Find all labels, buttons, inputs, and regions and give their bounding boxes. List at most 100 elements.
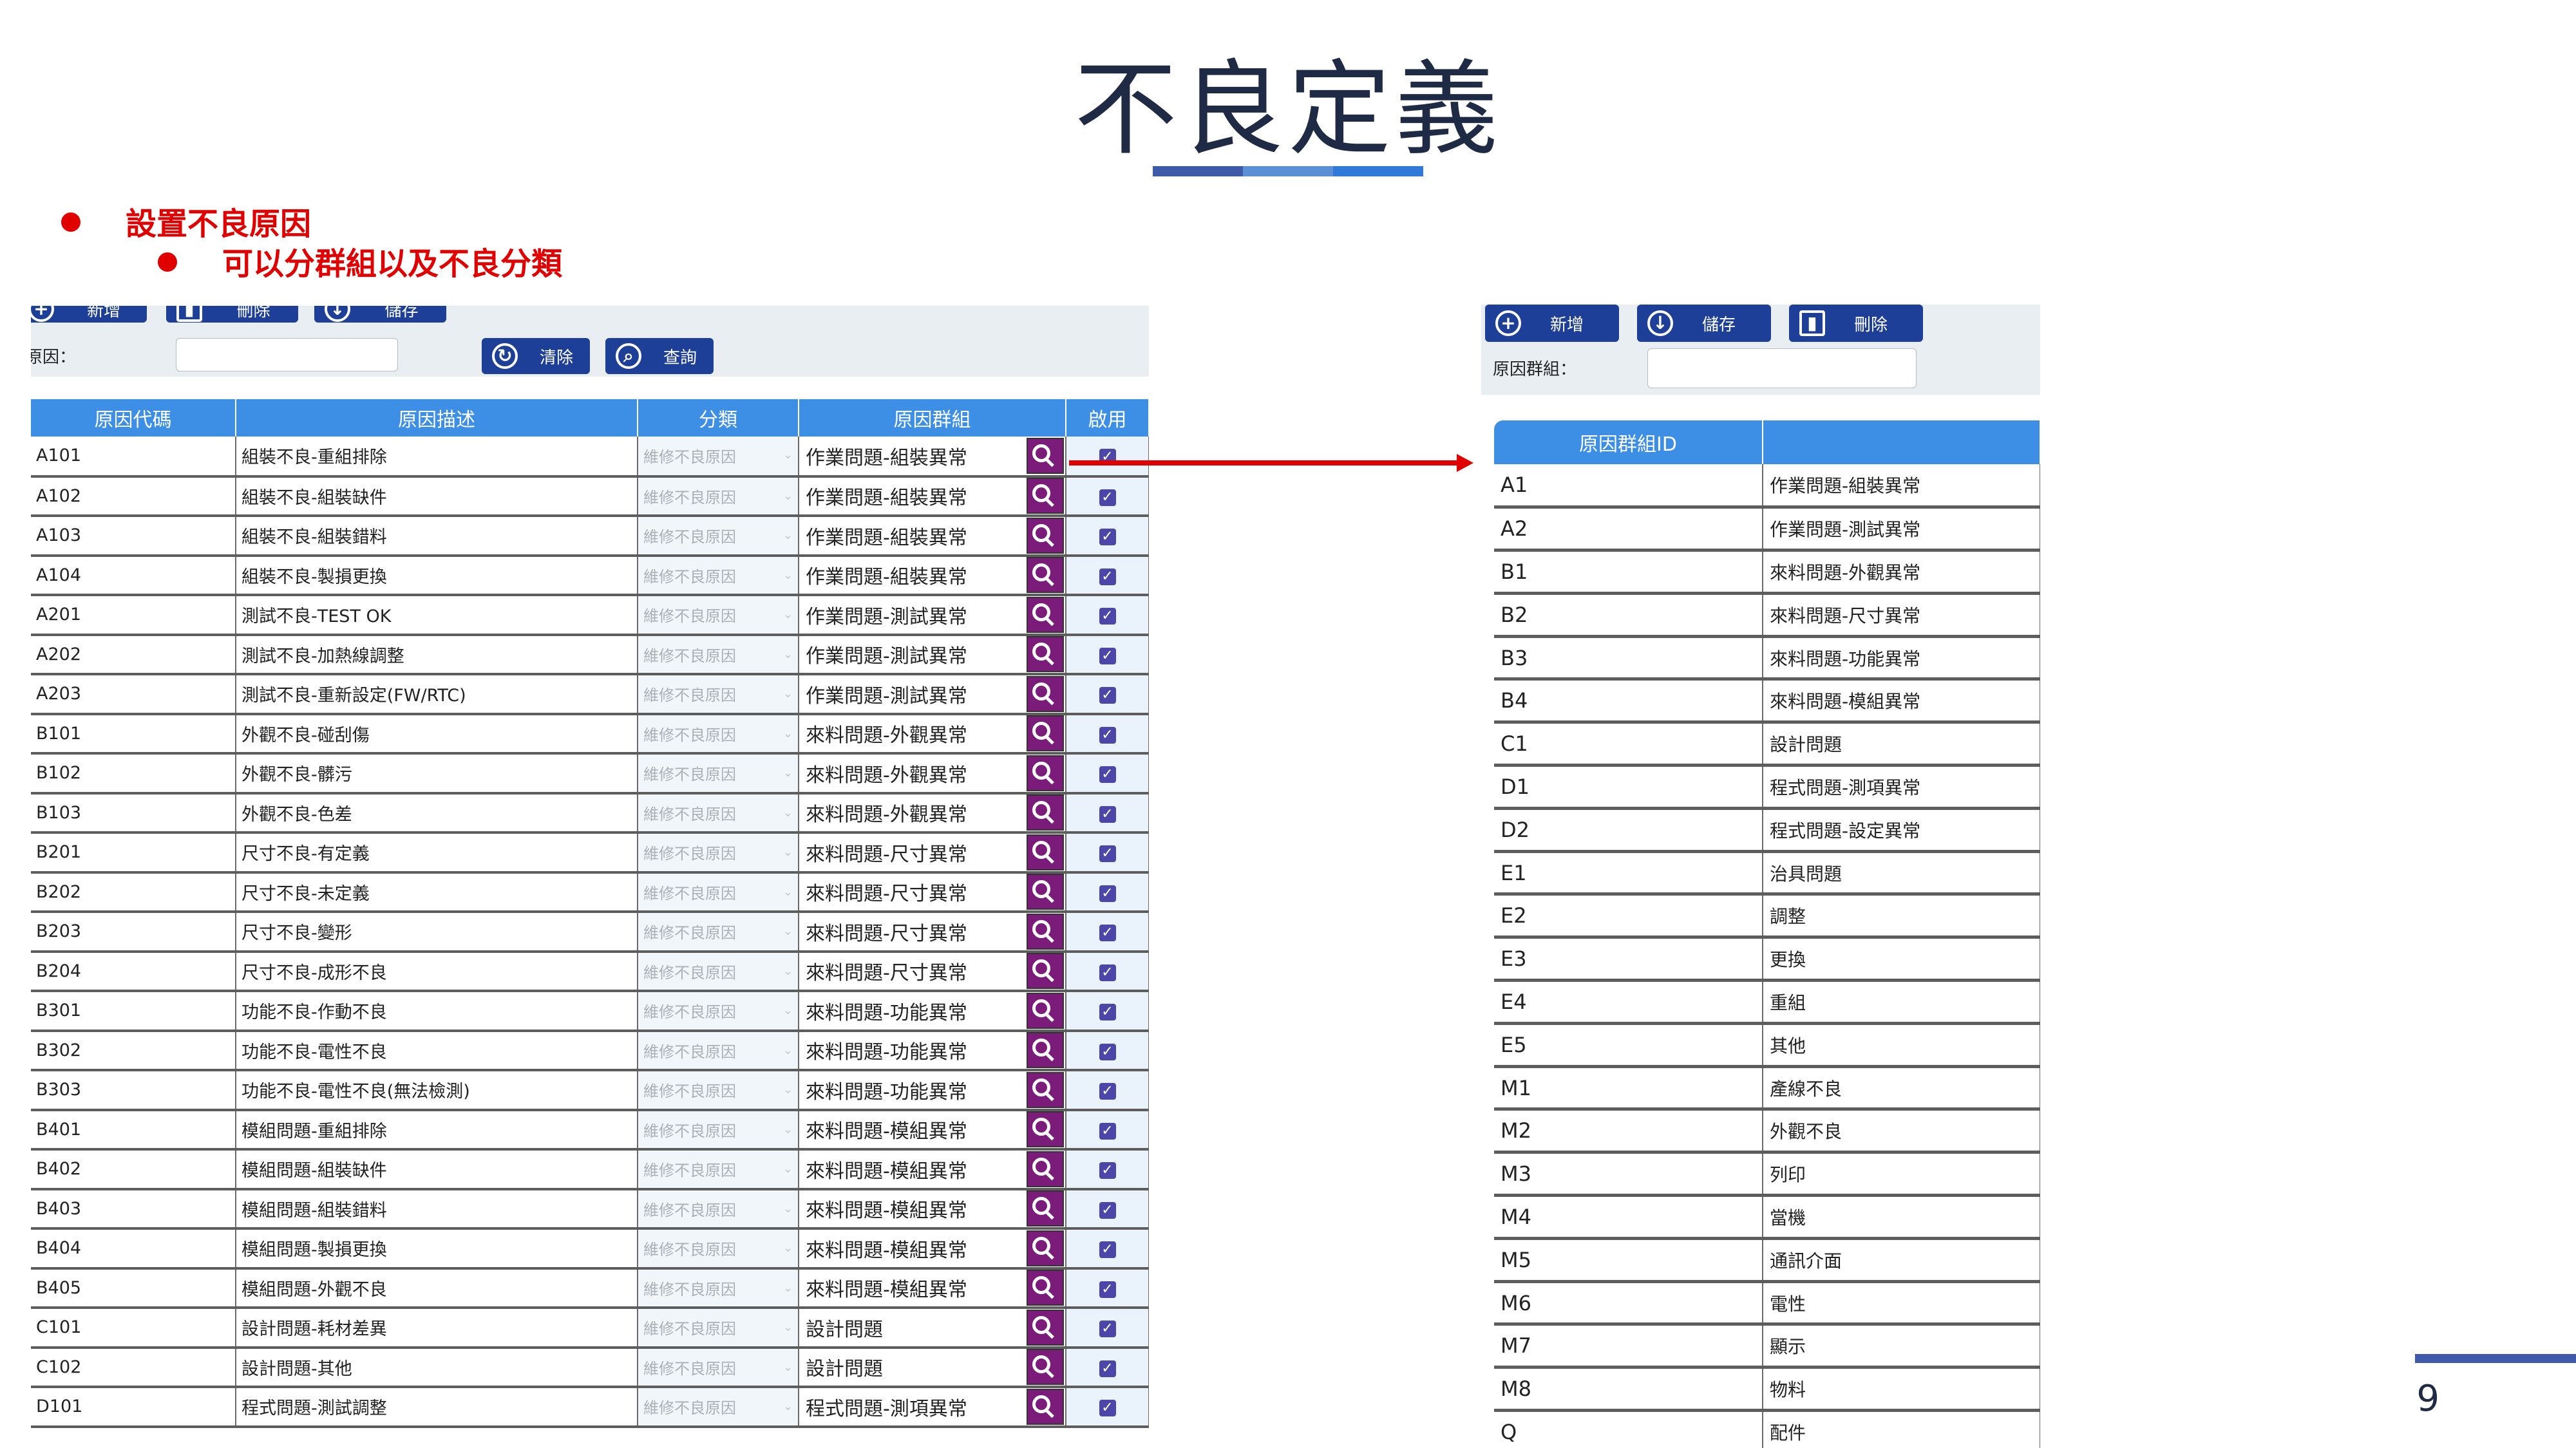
reason-code[interactable]: B301: [31, 991, 236, 1032]
group-id[interactable]: E1: [1494, 851, 1763, 896]
reason-code[interactable]: B401: [31, 1109, 236, 1151]
reason-desc[interactable]: 尺寸不良-成形不良: [236, 951, 638, 992]
enabled-cell[interactable]: ✓: [1066, 1070, 1149, 1111]
table-row[interactable]: B302 功能不良-電性不良 維修不良原因 ⌄ 來料問題-功能異常 ✓: [31, 1030, 1149, 1071]
reason-group-cell[interactable]: 來料問題-功能異常: [799, 1030, 1066, 1071]
reason-desc[interactable]: 模組問題-組裝錯料: [236, 1189, 638, 1230]
group-desc[interactable]: 作業問題-測試異常: [1763, 507, 2040, 552]
reason-code[interactable]: B403: [31, 1189, 236, 1230]
table-row[interactable]: A101 組裝不良-重組排除 維修不良原因 ⌄ 作業問題-組裝異常 ✓: [31, 437, 1149, 478]
col-header-group-desc[interactable]: [1763, 420, 2040, 464]
table-row[interactable]: E3 更換: [1494, 937, 2040, 983]
table-row[interactable]: B4 來料問題-模組異常: [1494, 679, 2040, 724]
reason-desc[interactable]: 外觀不良-色差: [236, 793, 638, 834]
reason-group-cell[interactable]: 來料問題-模組異常: [799, 1228, 1066, 1270]
lookup-search-button[interactable]: [1027, 1190, 1064, 1227]
table-row[interactable]: B3 來料問題-功能異常: [1494, 636, 2040, 681]
enabled-checkbox[interactable]: ✓: [1099, 529, 1116, 546]
group-id[interactable]: C1: [1494, 722, 1763, 767]
table-row[interactable]: A102 組裝不良-組裝缺件 維修不良原因 ⌄ 作業問題-組裝異常 ✓: [31, 476, 1149, 517]
lookup-search-button[interactable]: [1027, 953, 1064, 989]
reason-desc[interactable]: 組裝不良-重組排除: [236, 437, 638, 478]
category-select[interactable]: 維修不良原因 ⌄: [638, 951, 799, 992]
table-row[interactable]: B404 模組問題-製損更換 維修不良原因 ⌄ 來料問題-模組異常 ✓: [31, 1228, 1149, 1270]
table-row[interactable]: C102 設計問題-其他 維修不良原因 ⌄ 設計問題 ✓: [31, 1347, 1149, 1388]
group-desc[interactable]: 治具問題: [1763, 851, 2040, 896]
group-save-button[interactable]: ↓ 儲存: [1637, 305, 1771, 342]
group-id[interactable]: M6: [1494, 1281, 1763, 1326]
category-select[interactable]: 維修不良原因 ⌄: [638, 595, 799, 636]
table-row[interactable]: A202 測試不良-加熱線調整 維修不良原因 ⌄ 作業問題-測試異常 ✓: [31, 634, 1149, 675]
table-row[interactable]: B204 尺寸不良-成形不良 維修不良原因 ⌄ 來料問題-尺寸異常 ✓: [31, 951, 1149, 992]
group-id[interactable]: B1: [1494, 550, 1763, 595]
reason-code[interactable]: A104: [31, 555, 236, 596]
group-desc[interactable]: 重組: [1763, 980, 2040, 1025]
group-id[interactable]: M4: [1494, 1195, 1763, 1240]
reason-code[interactable]: B404: [31, 1228, 236, 1270]
lookup-search-button[interactable]: [1027, 437, 1064, 474]
category-select[interactable]: 維修不良原因 ⌄: [638, 753, 799, 795]
new-button[interactable]: + 新增: [31, 306, 147, 323]
col-header-code[interactable]: 原因代碼: [31, 399, 236, 437]
reason-group-cell[interactable]: 作業問題-測試異常: [799, 634, 1066, 675]
group-id[interactable]: E3: [1494, 937, 1763, 983]
category-select[interactable]: 維修不良原因 ⌄: [638, 1387, 799, 1428]
reason-group-cell[interactable]: 來料問題-功能異常: [799, 991, 1066, 1032]
table-row[interactable]: B203 尺寸不良-變形 維修不良原因 ⌄ 來料問題-尺寸異常 ✓: [31, 912, 1149, 953]
reason-desc[interactable]: 組裝不良-組裝錯料: [236, 516, 638, 557]
enabled-checkbox[interactable]: ✓: [1099, 1281, 1116, 1298]
reason-code[interactable]: A103: [31, 516, 236, 557]
table-row[interactable]: M1 產線不良: [1494, 1066, 2040, 1111]
category-select[interactable]: 維修不良原因 ⌄: [638, 516, 799, 557]
col-header-enabled[interactable]: 啟用: [1066, 399, 1149, 437]
table-row[interactable]: B201 尺寸不良-有定義 維修不良原因 ⌄ 來料問題-尺寸異常 ✓: [31, 832, 1149, 874]
enabled-cell[interactable]: ✓: [1066, 437, 1149, 478]
reason-code[interactable]: B302: [31, 1030, 236, 1071]
reason-group-cell[interactable]: 來料問題-模組異常: [799, 1109, 1066, 1151]
table-row[interactable]: Q 配件: [1494, 1410, 2040, 1448]
table-row[interactable]: M6 電性: [1494, 1281, 2040, 1326]
group-desc[interactable]: 物料: [1763, 1367, 2040, 1413]
group-id[interactable]: A2: [1494, 507, 1763, 552]
lookup-search-button[interactable]: [1027, 1270, 1064, 1306]
table-row[interactable]: A1 作業問題-組裝異常: [1494, 464, 2040, 509]
reason-group-cell[interactable]: 來料問題-尺寸異常: [799, 832, 1066, 874]
group-id[interactable]: B2: [1494, 593, 1763, 638]
category-select[interactable]: 維修不良原因 ⌄: [638, 1030, 799, 1071]
group-id[interactable]: E4: [1494, 980, 1763, 1025]
lookup-search-button[interactable]: [1027, 992, 1064, 1028]
enabled-cell[interactable]: ✓: [1066, 1268, 1149, 1309]
enabled-cell[interactable]: ✓: [1066, 1149, 1149, 1190]
enabled-checkbox[interactable]: ✓: [1099, 845, 1116, 863]
category-select[interactable]: 維修不良原因 ⌄: [638, 1228, 799, 1270]
lookup-search-button[interactable]: [1027, 755, 1064, 791]
reason-code[interactable]: A102: [31, 476, 236, 517]
reason-code[interactable]: B203: [31, 912, 236, 953]
col-header-desc[interactable]: 原因描述: [236, 399, 638, 437]
reason-group-cell[interactable]: 程式問題-測項異常: [799, 1387, 1066, 1428]
category-select[interactable]: 維修不良原因 ⌄: [638, 793, 799, 834]
enabled-cell[interactable]: ✓: [1066, 555, 1149, 596]
group-desc[interactable]: 其他: [1763, 1023, 2040, 1068]
table-row[interactable]: B402 模組問題-組裝缺件 維修不良原因 ⌄ 來料問題-模組異常 ✓: [31, 1149, 1149, 1190]
enabled-checkbox[interactable]: ✓: [1099, 568, 1116, 585]
enabled-cell[interactable]: ✓: [1066, 1308, 1149, 1349]
reason-desc[interactable]: 功能不良-電性不良(無法檢測): [236, 1070, 638, 1111]
category-select[interactable]: 維修不良原因 ⌄: [638, 872, 799, 913]
table-row[interactable]: M8 物料: [1494, 1367, 2040, 1413]
reason-code[interactable]: B204: [31, 951, 236, 992]
enabled-cell[interactable]: ✓: [1066, 1109, 1149, 1151]
reason-desc[interactable]: 模組問題-組裝缺件: [236, 1149, 638, 1190]
enabled-cell[interactable]: ✓: [1066, 1228, 1149, 1270]
reason-desc[interactable]: 模組問題-製損更換: [236, 1228, 638, 1270]
group-delete-button[interactable]: ▮ 刪除: [1789, 305, 1923, 342]
group-id[interactable]: B4: [1494, 679, 1763, 724]
lookup-search-button[interactable]: [1027, 1349, 1064, 1385]
table-row[interactable]: A2 作業問題-測試異常: [1494, 507, 2040, 552]
enabled-cell[interactable]: ✓: [1066, 516, 1149, 557]
enabled-checkbox[interactable]: ✓: [1099, 964, 1116, 981]
reason-code[interactable]: D101: [31, 1387, 236, 1428]
table-row[interactable]: B401 模組問題-重組排除 維修不良原因 ⌄ 來料問題-模組異常 ✓: [31, 1109, 1149, 1151]
table-row[interactable]: B2 來料問題-尺寸異常: [1494, 593, 2040, 638]
group-desc[interactable]: 來料問題-模組異常: [1763, 679, 2040, 724]
